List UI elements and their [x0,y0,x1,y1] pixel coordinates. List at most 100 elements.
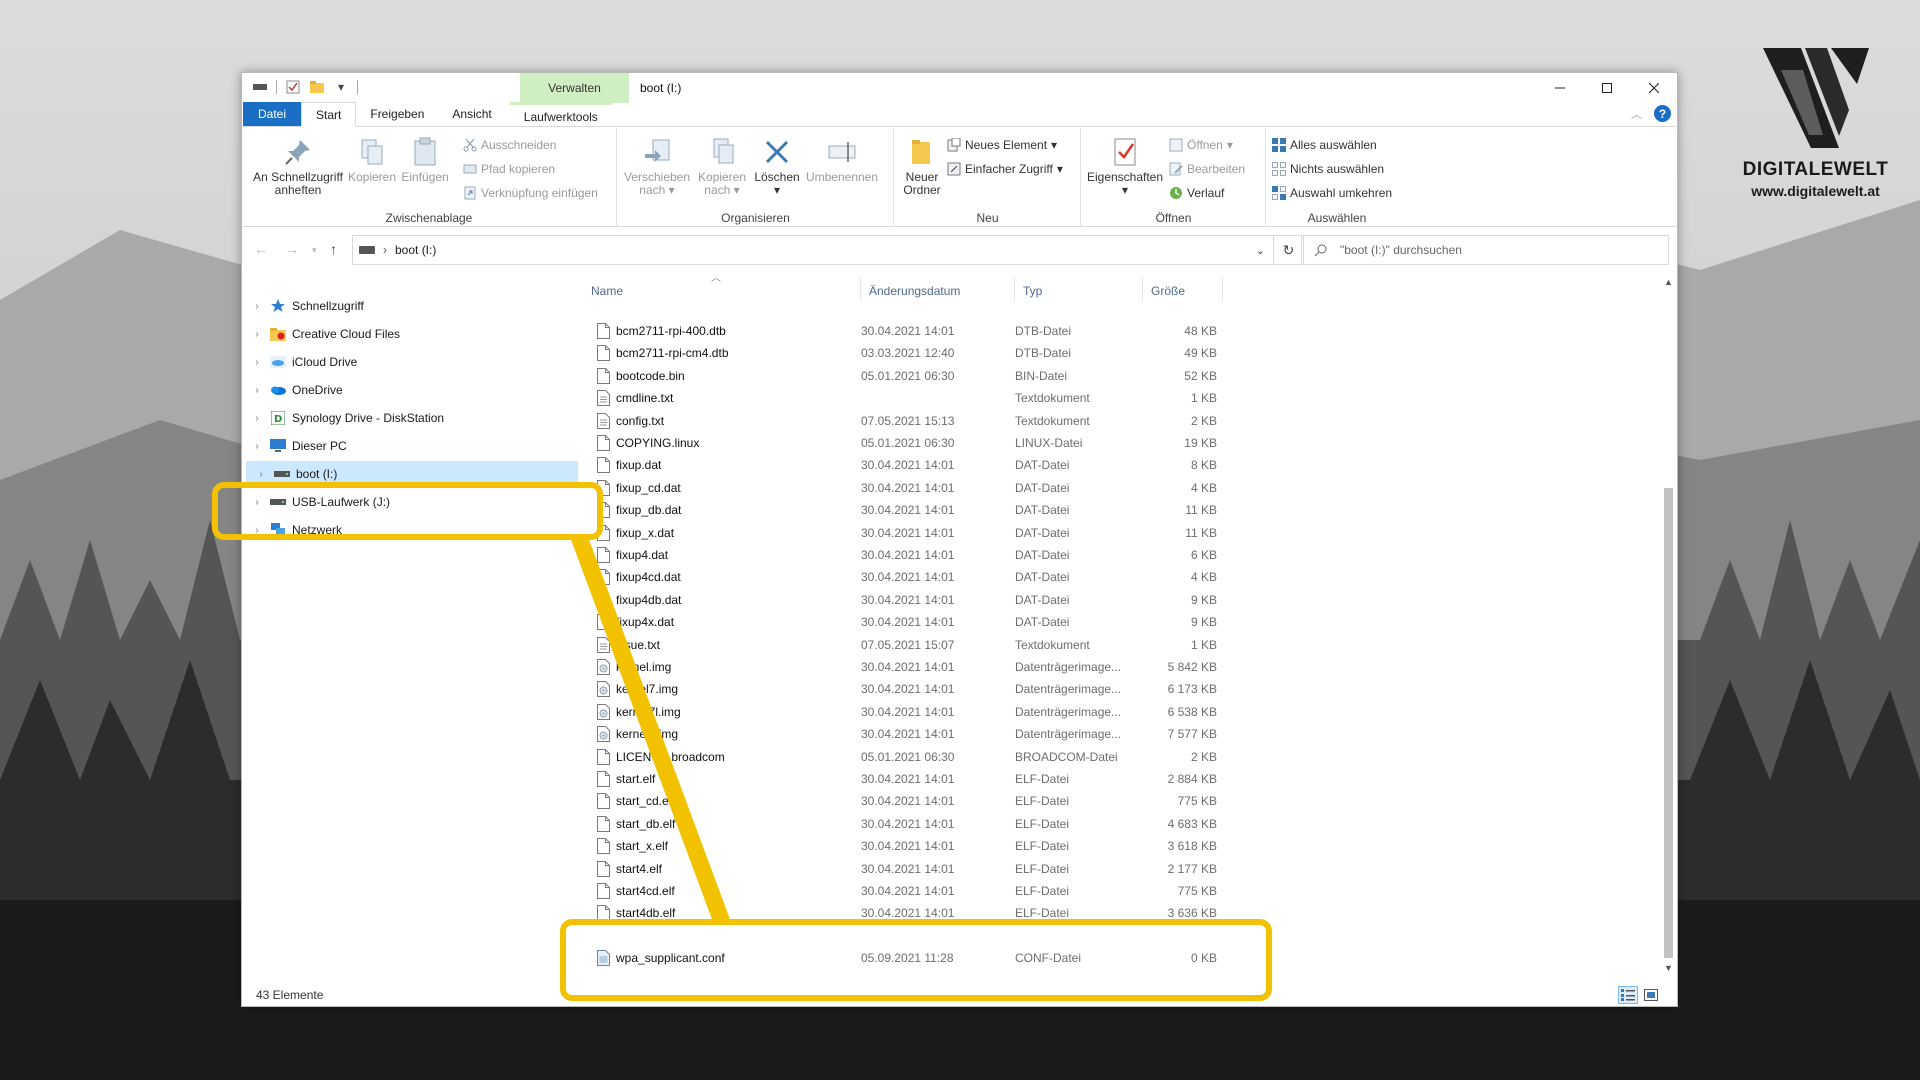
nav-item-boot-i[interactable]: › boot (I:) [246,461,578,487]
column-date[interactable]: Änderungsdatum [861,277,1015,301]
copy-to-button[interactable]: Kopieren nach ▾ [692,136,752,197]
file-row[interactable]: fixup4.dat 30.04.2021 14:01 DAT-Datei 6 KB [583,544,1263,566]
maximize-button[interactable] [1583,73,1630,103]
file-row[interactable]: start_cd.elf 30.04.2021 14:01 ELF-Datei 775… [583,790,1263,812]
file-row[interactable]: start.elf 30.04.2021 14:01 ELF-Datei 2 884 … [583,768,1263,790]
tab-ansicht[interactable]: Ansicht [438,102,505,126]
delete-button[interactable]: Löschen ▾ [752,136,802,197]
file-row[interactable]: fixup_db.dat 30.04.2021 14:01 DAT-Datei 11 … [583,499,1263,521]
file-row[interactable]: fixup_x.dat 30.04.2021 14:01 DAT-Datei 11 K… [583,522,1263,544]
tab-freigeben[interactable]: Freigeben [356,102,438,126]
file-row[interactable]: kernel7l.img 30.04.2021 14:01 Datenträgeri… [583,701,1263,723]
search-box[interactable]: "boot (I:)" durchsuchen [1301,235,1669,265]
nav-item-synology-drive-diskstation[interactable]: › D Synology Drive - DiskStation [242,405,577,431]
expand-chevron-icon[interactable]: › [242,301,264,312]
file-row[interactable]: start4.elf 30.04.2021 14:01 ELF-Datei 2 177… [583,858,1263,880]
tab-laufwerktools[interactable]: Laufwerktools [509,102,612,126]
tab-start[interactable]: Start [301,102,357,127]
properties-check-icon[interactable] [285,79,301,95]
up-arrow-icon[interactable]: ↑ [330,241,337,257]
file-row[interactable]: fixup4cd.dat 30.04.2021 14:01 DAT-Datei 4 K… [583,566,1263,588]
properties-button[interactable]: Eigenschaften ▾ [1086,136,1164,197]
address-bar[interactable]: › boot (I:) ⌄ [352,235,1274,265]
address-dropdown-icon[interactable]: ⌄ [1256,244,1265,257]
nav-item-icloud-drive[interactable]: › iCloud Drive [242,349,577,375]
expand-chevron-icon[interactable]: › [242,525,264,536]
back-arrow-icon[interactable]: ← [254,241,268,257]
nav-item-dieser-pc[interactable]: › Dieser PC [242,433,577,459]
scroll-up-icon[interactable]: ▲ [1660,273,1677,290]
file-row[interactable]: kernel7.img 30.04.2021 14:01 Datenträgerim… [583,678,1263,700]
open-button[interactable]: Öffnen ▾ [1169,135,1233,155]
scrollbar-thumb[interactable] [1664,488,1673,958]
nav-item-onedrive[interactable]: › OneDrive [242,377,577,403]
tab-datei[interactable]: Datei [243,102,302,126]
file-row[interactable]: bootcode.bin 05.01.2021 06:30 BIN-Datei 52 … [583,365,1263,387]
move-to-button[interactable]: Verschieben nach ▾ [622,136,692,197]
column-size[interactable]: Größe [1143,277,1223,301]
edit-button[interactable]: Bearbeiten [1169,159,1245,179]
easy-access-button[interactable]: Einfacher Zugriff ▾ [947,159,1063,179]
column-type[interactable]: Typ [1015,277,1143,301]
nav-item-creative-cloud-files[interactable]: › Creative Cloud Files [242,321,577,347]
new-folder-icon[interactable] [309,79,325,95]
qat-customize-icon[interactable]: ▾ [333,79,349,95]
new-item-button[interactable]: Neues Element ▾ [947,135,1057,155]
refresh-button[interactable]: ↻ [1274,235,1304,265]
file-row[interactable]: bcm2711-rpi-cm4.dtb 03.03.2021 12:40 DTB-D… [583,342,1263,364]
copy-button[interactable]: Kopieren [347,136,397,184]
nav-item-schnellzugriff[interactable]: › Schnellzugriff [242,293,577,319]
file-row[interactable]: fixup4x.dat 30.04.2021 14:01 DAT-Datei 9 KB [583,611,1263,633]
close-button[interactable] [1630,73,1677,103]
new-folder-button[interactable]: Neuer Ordner [897,136,947,197]
help-icon[interactable]: ? [1654,105,1671,122]
expand-chevron-icon[interactable]: › [242,497,264,508]
expand-chevron-icon[interactable]: › [242,329,264,340]
pin-quick-access-button[interactable]: An Schnellzugriff anheften [248,136,348,197]
cut-button[interactable]: Ausschneiden [463,135,556,155]
file-row[interactable]: kernel.img 30.04.2021 14:01 Datenträgerima… [583,656,1263,678]
file-row[interactable]: cmdline.txt Textdokument 1 KB [583,387,1263,409]
breadcrumb-path[interactable]: boot (I:) [395,243,436,257]
minimize-button[interactable] [1536,73,1583,103]
paste-shortcut-button[interactable]: Verknüpfung einfügen [463,183,598,203]
file-row[interactable]: fixup.dat 30.04.2021 14:01 DAT-Datei 8 KB [583,454,1263,476]
file-row[interactable]: bcm2711-rpi-400.dtb 30.04.2021 14:01 DTB-D… [583,320,1263,342]
scroll-down-icon[interactable]: ▼ [1660,959,1677,976]
file-row[interactable]: COPYING.linux 05.01.2021 06:30 LINUX-Datei… [583,432,1263,454]
expand-chevron-icon[interactable]: › [246,469,268,480]
history-button[interactable]: Verlauf [1169,183,1224,203]
column-name[interactable]: Name [583,277,861,301]
drive-icon[interactable] [252,79,268,95]
collapse-ribbon-icon[interactable]: ︿ [1631,106,1642,122]
copy-path-button[interactable]: Pfad kopieren [463,159,555,179]
file-row[interactable]: start_x.elf 30.04.2021 14:01 ELF-Datei 3 61… [583,835,1263,857]
paste-button[interactable]: Einfügen [399,136,451,184]
nav-item-usb-laufwerk-j[interactable]: › USB-Laufwerk (J:) [242,489,577,515]
file-row[interactable]: start4cd.elf 30.04.2021 14:01 ELF-Datei 775… [583,880,1263,902]
details-view-button[interactable] [1618,986,1638,1004]
file-row[interactable]: config.txt 07.05.2021 15:13 Textdokument 2 … [583,410,1263,432]
file-row[interactable]: wpa_supplicant.conf 05.09.2021 11:28 CONF-… [583,947,1263,968]
select-none-button[interactable]: Nichts auswählen [1272,159,1384,179]
forward-arrow-icon[interactable]: → [285,241,299,257]
file-date: 30.04.2021 14:01 [861,884,955,898]
expand-chevron-icon[interactable]: › [242,441,264,452]
file-row[interactable]: fixup_cd.dat 30.04.2021 14:01 DAT-Datei 4 K… [583,477,1263,499]
large-icons-view-button[interactable] [1641,986,1661,1004]
file-row[interactable]: fixup4db.dat 30.04.2021 14:01 DAT-Datei 9 K… [583,589,1263,611]
file-row[interactable]: start4db.elf 30.04.2021 14:01 ELF-Datei 3 6… [583,902,1263,924]
file-row[interactable]: kernel8.img 30.04.2021 14:01 Datenträgerim… [583,723,1263,745]
expand-chevron-icon[interactable]: › [242,385,264,396]
expand-chevron-icon[interactable]: › [242,413,264,424]
vertical-scrollbar[interactable]: ▲ ▼ [1660,273,1677,976]
file-row[interactable]: LICENCE.broadcom 05.01.2021 06:30 BROADCOM… [583,746,1263,768]
nav-item-netzwerk[interactable]: › Netzwerk [242,517,577,543]
select-all-button[interactable]: Alles auswählen [1272,135,1377,155]
expand-chevron-icon[interactable]: › [242,357,264,368]
invert-selection-button[interactable]: Auswahl umkehren [1272,183,1392,203]
rename-button[interactable]: Umbenennen [802,136,882,184]
file-row[interactable]: start_db.elf 30.04.2021 14:01 ELF-Datei 4 6… [583,813,1263,835]
file-row[interactable]: issue.txt 07.05.2021 15:07 Textdokument 1 K… [583,634,1263,656]
recent-locations-chevron-icon[interactable]: ▾ [312,245,317,256]
